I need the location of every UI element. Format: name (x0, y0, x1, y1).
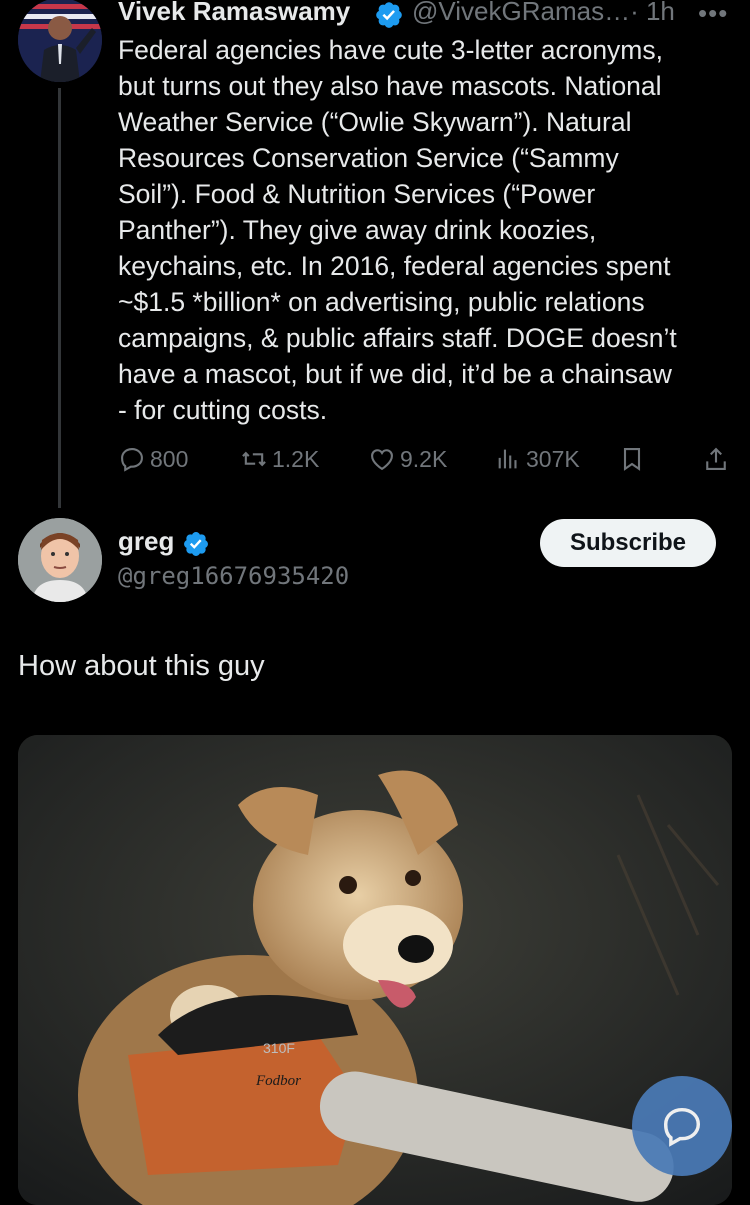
repost-count: 1.2K (272, 445, 320, 472)
like-count: 9.2K (400, 445, 448, 472)
like-icon (371, 449, 393, 471)
bookmark-icon (623, 448, 641, 471)
repost-icon (242, 451, 266, 467)
reply-count: 800 (150, 445, 189, 472)
tweet-text: Federal agencies have cute 3-letter acro… (118, 35, 677, 425)
reply-button[interactable]: 800 (118, 444, 188, 474)
views-icon (498, 449, 517, 469)
verified-icon (184, 532, 208, 556)
author-name[interactable]: Vivek Ramaswamy (118, 0, 350, 27)
like-button[interactable]: 9.2K (368, 444, 447, 474)
reply-author-name[interactable]: greg (118, 526, 174, 557)
subscribe-button[interactable]: Subscribe (540, 519, 716, 567)
tweet-timestamp[interactable]: · 1h (630, 0, 675, 26)
reply-text: How about this guy (18, 650, 265, 682)
view-count: 307K (526, 445, 580, 472)
bookmark-button[interactable] (618, 444, 650, 474)
author-handle[interactable]: @VivekGRamas… (412, 0, 630, 26)
author-avatar[interactable] (18, 0, 102, 82)
reply-media-image[interactable]: 310F Fodbor (18, 735, 732, 1205)
compose-button[interactable] (632, 1076, 732, 1176)
more-options-icon[interactable]: ••• (698, 0, 728, 29)
chainsaw-brand-text: Fodbor (255, 1073, 301, 1089)
author-handle-and-time[interactable]: @VivekGRamas…· 1h (412, 0, 675, 27)
share-button[interactable] (702, 444, 734, 474)
reply-author-handle[interactable]: @greg16676935420 (118, 562, 349, 590)
thread-line (58, 88, 61, 508)
compose-icon (663, 1107, 701, 1147)
chainsaw-model-text: 310F (263, 1040, 295, 1056)
share-icon (706, 447, 726, 470)
reply-author-avatar[interactable] (18, 518, 102, 602)
views-button[interactable]: 307K (494, 444, 580, 474)
repost-button[interactable]: 1.2K (240, 444, 319, 474)
verified-icon (376, 2, 402, 28)
reply-icon (121, 448, 143, 472)
